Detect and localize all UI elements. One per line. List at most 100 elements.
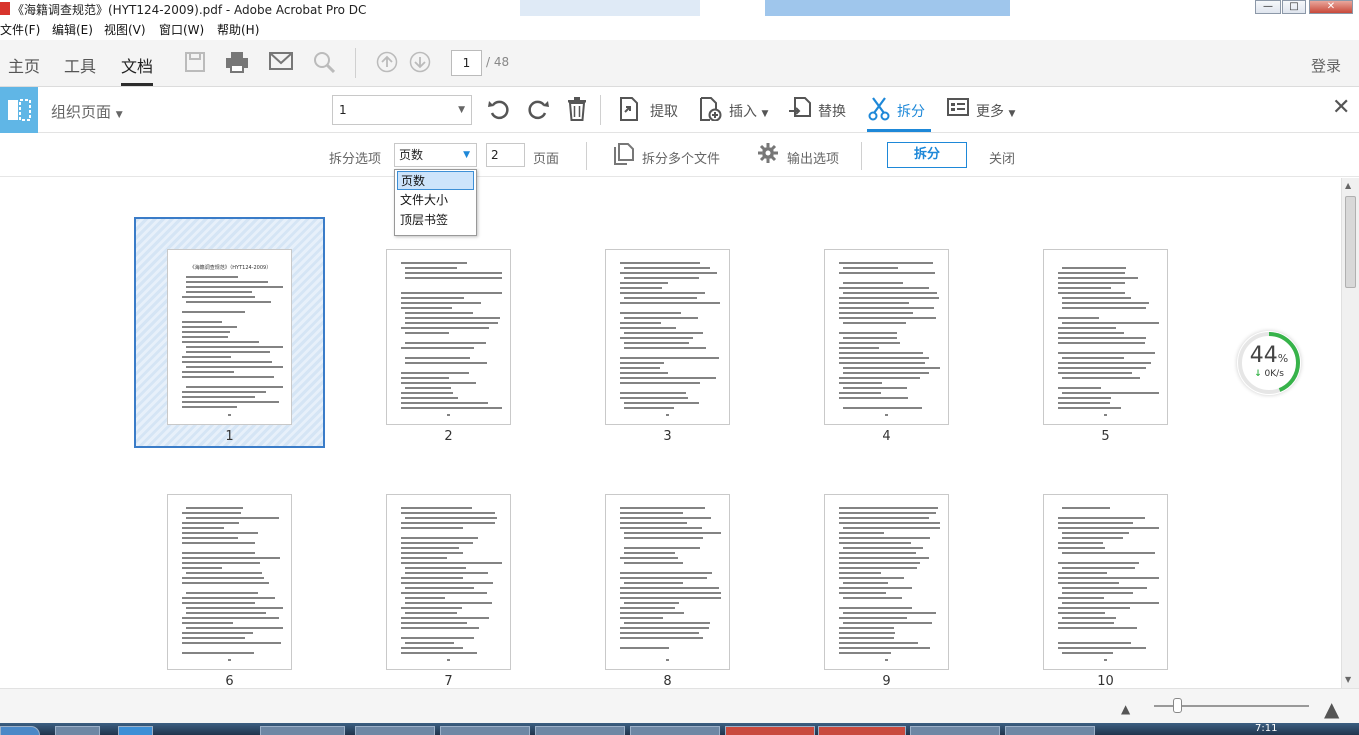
thumbnail-text-line xyxy=(1058,352,1156,354)
scroll-down-icon[interactable]: ▼ xyxy=(1345,675,1351,684)
split-mode-dropdown-list: 页数 文件大小 顶层书签 xyxy=(394,169,477,236)
taskbar-app[interactable] xyxy=(440,726,530,735)
thumbnail-text-line xyxy=(620,312,682,314)
organize-pages-title[interactable]: 组织页面 ▼ xyxy=(51,101,123,122)
page-thumbnail-1[interactable]: 《海籍调查规范》（HYT124-2009） xyxy=(167,249,292,425)
thumbnail-text-line xyxy=(401,407,502,409)
page-thumbnail-10[interactable] xyxy=(1043,494,1168,670)
thumbnail-text-line xyxy=(620,327,676,329)
scroll-up-icon[interactable]: ▲ xyxy=(1345,181,1351,190)
taskbar-app[interactable] xyxy=(818,726,906,735)
thumbnail-text-line xyxy=(624,537,704,539)
page-thumbnail-5[interactable] xyxy=(1043,249,1168,425)
taskbar-app[interactable] xyxy=(630,726,720,735)
search-icon[interactable] xyxy=(312,51,336,75)
extract-button[interactable]: 提取 xyxy=(650,101,678,121)
taskbar-app[interactable] xyxy=(118,726,153,735)
page-number-input[interactable]: 1 xyxy=(451,50,482,76)
tab-document[interactable]: 文档 xyxy=(121,53,153,77)
first-page-heading: 《海籍调查规范》（HYT124-2009） xyxy=(189,265,272,271)
taskbar-app[interactable] xyxy=(355,726,435,735)
page-up-icon[interactable] xyxy=(375,51,399,75)
zoom-out-mountain-icon[interactable]: ▲ xyxy=(1121,702,1130,716)
top-toolbar: 主页 工具 文档 登录 xyxy=(0,40,1359,87)
thumbnail-text-line xyxy=(405,322,498,324)
close-window-button[interactable]: ✕ xyxy=(1309,0,1353,14)
split-multiple-files-button[interactable]: 拆分多个文件 xyxy=(642,148,720,167)
split-tool-button[interactable]: 拆分 xyxy=(897,101,925,121)
progress-speed: ↓ 0K/s xyxy=(1254,369,1284,379)
restore-button[interactable]: □ xyxy=(1282,0,1306,14)
split-mode-select[interactable]: 页数 ▼ xyxy=(394,143,477,167)
rotate-left-icon[interactable] xyxy=(487,97,511,127)
taskbar-app[interactable] xyxy=(535,726,625,735)
thumbnail-text-line xyxy=(624,277,700,279)
thumbnail-text-line xyxy=(182,562,261,564)
organize-pages-icon[interactable] xyxy=(0,87,38,133)
rotate-right-icon[interactable] xyxy=(526,97,550,127)
output-options-button[interactable]: 输出选项 xyxy=(787,148,839,167)
tab-tools[interactable]: 工具 xyxy=(64,53,96,77)
option-top-bookmarks[interactable]: 顶层书签 xyxy=(397,211,474,230)
save-icon[interactable] xyxy=(183,51,207,75)
option-file-size[interactable]: 文件大小 xyxy=(397,191,474,210)
scissors-icon xyxy=(868,97,890,127)
taskbar-app[interactable] xyxy=(725,726,815,735)
email-icon[interactable] xyxy=(269,51,293,75)
page-range-select[interactable]: 1 ▼ xyxy=(332,95,472,125)
close-split-button[interactable]: 关闭 xyxy=(989,148,1015,167)
delete-icon[interactable] xyxy=(566,97,588,127)
close-organize-icon[interactable]: ✕ xyxy=(1332,95,1350,120)
thumbnail-text-line xyxy=(186,286,283,288)
start-button[interactable] xyxy=(0,726,40,735)
option-page-count[interactable]: 页数 xyxy=(397,171,474,190)
thumbnail-text-line xyxy=(843,367,940,369)
page-thumbnail-2[interactable] xyxy=(386,249,511,425)
pages-count-input[interactable]: 2 xyxy=(486,143,525,167)
zoom-slider-knob[interactable] xyxy=(1173,698,1183,713)
thumbnail-text-line xyxy=(1062,297,1132,299)
page-thumbnail-9[interactable] xyxy=(824,494,949,670)
thumbnail-text-line xyxy=(843,407,922,409)
taskbar-app[interactable] xyxy=(910,726,1000,735)
thumbnail-text-line xyxy=(182,361,272,363)
thumbnail-text-line xyxy=(839,287,929,289)
thumbnail-text-line xyxy=(839,342,900,344)
thumbnail-text-line xyxy=(1062,392,1159,394)
taskbar-app[interactable] xyxy=(55,726,100,735)
thumbnail-text-line xyxy=(405,602,493,604)
page-thumbnail-6[interactable] xyxy=(167,494,292,670)
more-button[interactable]: 更多 ▼ xyxy=(976,101,1015,121)
menu-help[interactable]: 帮助(H) xyxy=(217,21,259,38)
page-thumbnail-3[interactable] xyxy=(605,249,730,425)
insert-button[interactable]: 插入 ▼ xyxy=(729,101,768,121)
menu-window[interactable]: 窗口(W) xyxy=(159,21,204,38)
page-thumbnail-8[interactable] xyxy=(605,494,730,670)
thumbnail-text-line xyxy=(186,592,259,594)
tab-home[interactable]: 主页 xyxy=(8,53,40,77)
thumbnail-text-line xyxy=(1058,607,1131,609)
thumbnail-text-line xyxy=(401,592,488,594)
thumbnail-page-footer xyxy=(1104,659,1107,661)
taskbar-clock[interactable]: 7:11 xyxy=(1255,723,1277,734)
page-down-icon[interactable] xyxy=(408,51,432,75)
taskbar-app[interactable] xyxy=(1005,726,1095,735)
thumbnail-text-line xyxy=(839,262,934,264)
menu-view[interactable]: 视图(V) xyxy=(104,21,146,38)
replace-button[interactable]: 替换 xyxy=(818,101,846,121)
zoom-in-mountain-icon[interactable]: ▲ xyxy=(1324,697,1339,721)
menu-edit[interactable]: 编辑(E) xyxy=(52,21,93,38)
login-link[interactable]: 登录 xyxy=(1311,55,1341,76)
minimize-button[interactable]: — xyxy=(1255,0,1281,14)
network-speed-badge[interactable]: 44% ↓ 0K/s xyxy=(1237,331,1301,395)
taskbar-app[interactable] xyxy=(260,726,345,735)
thumbnail-text-line xyxy=(405,587,475,589)
vertical-scrollbar[interactable]: ▲ ▼ xyxy=(1341,178,1359,688)
scrollbar-thumb[interactable] xyxy=(1345,196,1356,288)
page-thumbnail-7[interactable] xyxy=(386,494,511,670)
thumbnail-text-line xyxy=(620,512,684,514)
split-button[interactable]: 拆分 xyxy=(887,142,967,168)
menu-file[interactable]: 文件(F) xyxy=(0,21,40,38)
print-icon[interactable] xyxy=(225,51,249,75)
page-thumbnail-4[interactable] xyxy=(824,249,949,425)
